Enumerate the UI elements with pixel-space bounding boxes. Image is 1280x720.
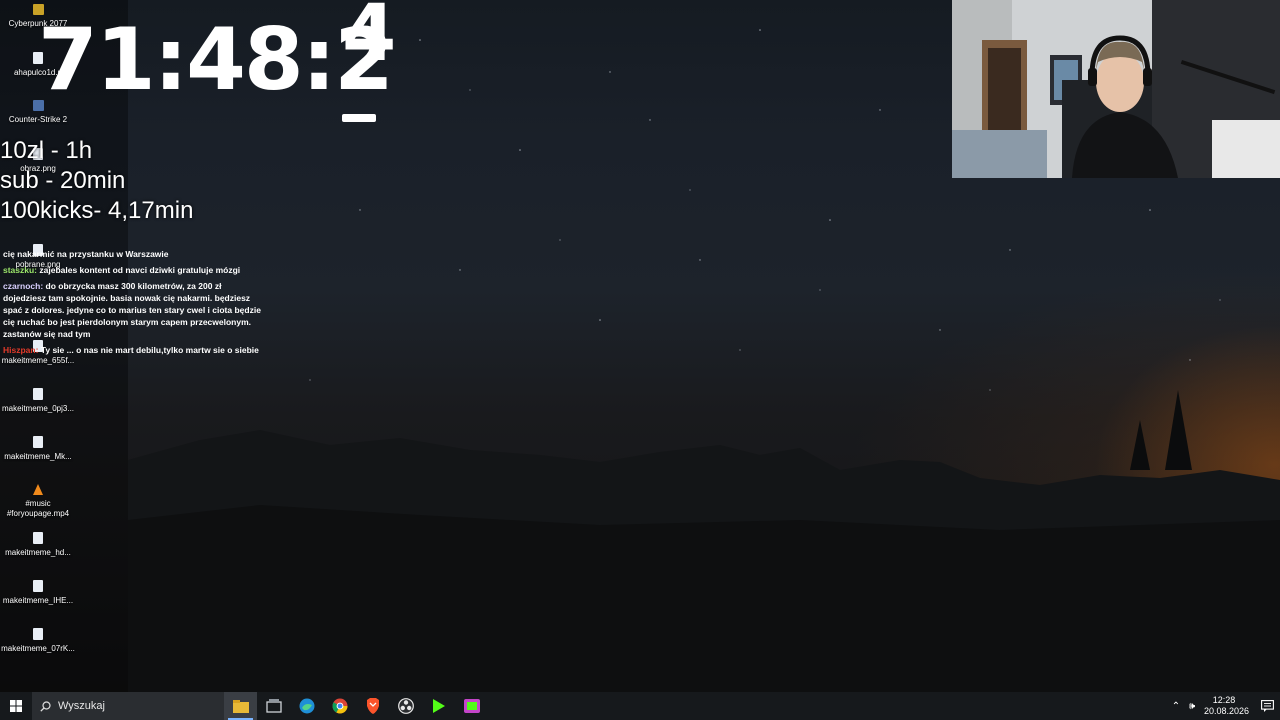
- clock-time: 12:28: [1212, 695, 1236, 705]
- chat-message: Hiszpan: Ty sie ... o nas nie mart debil…: [3, 344, 265, 356]
- desktop-icon-makeitmeme-5[interactable]: makeitmeme_IHE...: [0, 580, 76, 606]
- chrome-icon: [332, 698, 347, 714]
- volume-icon[interactable]: 🕪: [1184, 701, 1200, 712]
- clock-date: 20.08.2026: [1204, 706, 1250, 716]
- desktop-icon-label: makeitmeme_0pj3...: [1, 404, 75, 413]
- desktop-icon-label: Counter-Strike 2: [8, 115, 68, 124]
- file-explorer-icon: [232, 699, 249, 713]
- image-file-icon: [33, 532, 43, 544]
- subathon-timer: 71:48:2 4: [38, 0, 396, 122]
- task-view-icon: [265, 699, 282, 713]
- chat-text: cię nakarmić na przystanku w Warszawie: [3, 249, 169, 259]
- webcam-feed: [952, 0, 1280, 178]
- chevron-up-icon[interactable]: ⌃: [1168, 701, 1184, 712]
- taskbar-app-file-explorer[interactable]: [224, 692, 257, 720]
- chat-overlay: cię nakarmić na przystanku w Warszawie s…: [3, 248, 265, 360]
- kick-icon: [432, 699, 445, 713]
- rate-line: 10zl - 1h: [0, 137, 93, 164]
- desktop-icon-label: makeitmeme_Mk...: [4, 452, 72, 461]
- notification-icon: [1260, 700, 1274, 712]
- rate-line: 100kicks- 4,17min: [0, 197, 194, 224]
- search-placeholder: Wyszukaj: [58, 700, 105, 712]
- timer-flip-bar: [342, 114, 376, 122]
- chat-message: staszku: zajebales kontent od navci dziw…: [3, 264, 265, 276]
- desktop-icon-label: makeitmeme_07rK...: [1, 644, 75, 653]
- timer-last-digit: 4: [342, 0, 396, 79]
- taskbar-search-box[interactable]: Wyszukaj: [32, 692, 224, 720]
- chat-text: Ty sie ... o nas nie mart debilu,tylko m…: [40, 345, 259, 355]
- desktop-icon-makeitmeme-4[interactable]: makeitmeme_hd...: [0, 532, 76, 558]
- image-file-icon: [33, 436, 43, 448]
- desktop-icon-label: makeitmeme_IHE...: [2, 596, 74, 605]
- desktop-icon-music-video[interactable]: #music #foryoupage.mp4: [0, 484, 76, 519]
- chat-username: czarnoch:: [3, 281, 44, 291]
- taskbar-app-brave[interactable]: [356, 692, 389, 720]
- start-button[interactable]: [0, 692, 32, 720]
- chat-username: staszku:: [3, 265, 38, 275]
- image-file-icon: [33, 628, 43, 640]
- desktop-icon-label: #music #foryoupage.mp4: [6, 499, 70, 518]
- rate-line: sub - 20min: [0, 167, 126, 194]
- system-tray: ⌃ 🕪 12:28 20.08.2026: [1168, 692, 1280, 720]
- taskbar-app-edge[interactable]: [290, 692, 323, 720]
- windows-icon: [10, 700, 22, 712]
- image-file-icon: [33, 388, 43, 400]
- taskbar-clock[interactable]: 12:28 20.08.2026: [1204, 695, 1250, 717]
- search-icon: [40, 700, 51, 712]
- notification-center-button[interactable]: [1254, 692, 1280, 720]
- taskbar: Wyszukaj ⌃ 🕪 12:28 20.08.2026: [0, 692, 1280, 720]
- taskbar-app-obs[interactable]: [389, 692, 422, 720]
- timer-value: 71:48:2: [38, 10, 394, 110]
- taskbar-app-streamer[interactable]: [455, 692, 488, 720]
- streamer-app-icon: [463, 699, 480, 713]
- donation-rates: 10zl - 1h sub - 20min 100kicks- 4,17min: [0, 136, 193, 226]
- brave-icon: [366, 698, 379, 714]
- taskbar-app-kick[interactable]: [422, 692, 455, 720]
- chat-message: czarnoch: do obrzycka masz 300 kilometró…: [3, 280, 265, 340]
- taskbar-app-chrome[interactable]: [323, 692, 356, 720]
- desktop-icon-makeitmeme-2[interactable]: makeitmeme_0pj3...: [0, 388, 76, 414]
- desktop-icon-label: makeitmeme_hd...: [5, 548, 71, 557]
- chat-text: zajebales kontent od navci dziwki gratul…: [39, 265, 241, 275]
- webcam-scene: [952, 0, 1280, 178]
- edge-icon: [299, 698, 314, 714]
- image-file-icon: [33, 580, 43, 592]
- desktop-icon-makeitmeme-3[interactable]: makeitmeme_Mk...: [0, 436, 76, 462]
- chat-username: Hiszpan:: [3, 345, 39, 355]
- taskbar-app-task-view[interactable]: [257, 692, 290, 720]
- desktop-icon-makeitmeme-6[interactable]: makeitmeme_07rK...: [0, 628, 76, 654]
- obs-icon: [397, 698, 414, 714]
- vlc-icon: [33, 484, 43, 495]
- chat-message: cię nakarmić na przystanku w Warszawie: [3, 248, 265, 260]
